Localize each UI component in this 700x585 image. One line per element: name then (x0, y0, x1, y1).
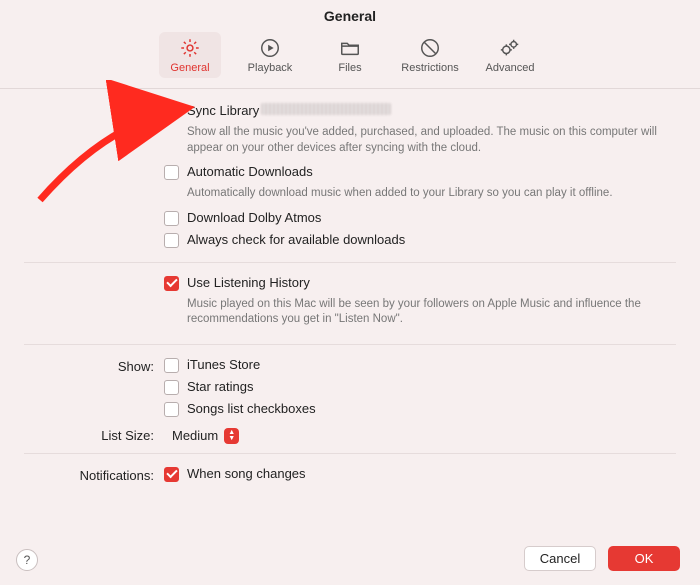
checkbox-auto-downloads[interactable] (164, 165, 179, 180)
option-desc: Music played on this Mac will be seen by… (187, 297, 657, 328)
checkbox-song-changes[interactable] (164, 467, 179, 482)
section-label-library: Library: (24, 103, 164, 120)
option-label: Sync Library (187, 103, 259, 118)
no-sign-icon (418, 36, 442, 60)
tab-label: Restrictions (401, 62, 458, 74)
tab-files[interactable]: Files (319, 32, 381, 78)
divider (24, 344, 676, 345)
checkbox-dolby-atmos[interactable] (164, 211, 179, 226)
section-label-notifications: Notifications: (24, 466, 164, 483)
option-label: Always check for available downloads (187, 232, 405, 247)
tab-label: Advanced (486, 62, 535, 74)
section-label-listsize: List Size: (24, 428, 164, 443)
option-label: Download Dolby Atmos (187, 210, 321, 225)
divider (24, 262, 676, 263)
tab-general[interactable]: General (159, 32, 221, 78)
window-title: General (0, 0, 700, 28)
play-circle-icon (258, 36, 282, 60)
gears-icon (498, 36, 522, 60)
tab-advanced[interactable]: Advanced (479, 32, 541, 78)
cancel-button[interactable]: Cancel (524, 546, 596, 571)
tab-label: Playback (248, 62, 293, 74)
folder-icon (338, 36, 362, 60)
tab-label: Files (338, 62, 361, 74)
tab-label: General (170, 62, 209, 74)
option-desc: Show all the music you've added, purchas… (187, 125, 657, 156)
option-label: iTunes Store (187, 357, 260, 372)
select-value: Medium (172, 428, 218, 443)
checkbox-sync-library[interactable] (164, 104, 179, 119)
checkbox-listening-history[interactable] (164, 276, 179, 291)
option-label: Star ratings (187, 379, 253, 394)
option-label: Use Listening History (187, 275, 310, 290)
option-desc: Automatically download music when added … (187, 186, 657, 202)
select-list-size[interactable]: Medium ▲▼ (164, 427, 243, 445)
chevron-updown-icon: ▲▼ (224, 428, 239, 444)
divider (24, 453, 676, 454)
help-button[interactable]: ? (16, 549, 38, 571)
option-label: Automatic Downloads (187, 164, 313, 179)
checkbox-star-ratings[interactable] (164, 380, 179, 395)
preferences-toolbar: General Playback Files Restrictions Adva… (0, 28, 700, 89)
checkbox-songs-list-checkboxes[interactable] (164, 402, 179, 417)
tab-playback[interactable]: Playback (239, 32, 301, 78)
ok-button[interactable]: OK (608, 546, 680, 571)
checkbox-itunes-store[interactable] (164, 358, 179, 373)
redacted-account (261, 103, 391, 115)
gear-icon (178, 36, 202, 60)
checkbox-check-downloads[interactable] (164, 233, 179, 248)
section-label-show: Show: (24, 357, 164, 374)
tab-restrictions[interactable]: Restrictions (399, 32, 461, 78)
option-label: Songs list checkboxes (187, 401, 316, 416)
option-label: When song changes (187, 466, 306, 481)
